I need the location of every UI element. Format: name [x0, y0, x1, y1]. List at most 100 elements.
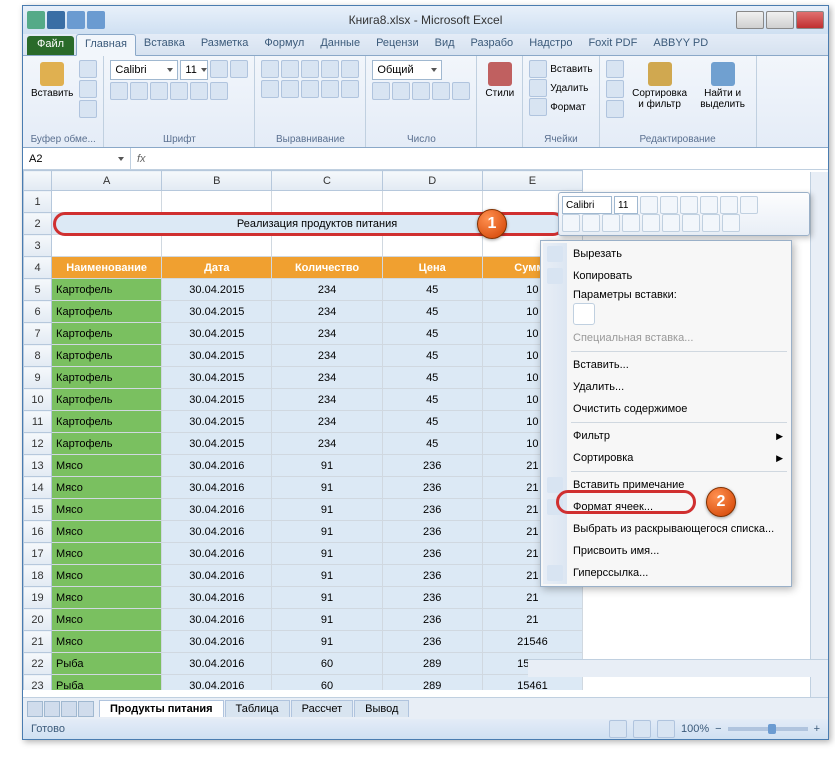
- border-icon[interactable]: [170, 82, 188, 100]
- view-layout-icon[interactable]: [633, 720, 651, 738]
- data-cell[interactable]: 234: [272, 345, 382, 367]
- sheet-tab-0[interactable]: Продукты питания: [99, 700, 224, 717]
- ctx-format-cells[interactable]: Формат ячеек...: [543, 496, 789, 518]
- data-cell[interactable]: 45: [382, 389, 482, 411]
- data-cell[interactable]: 30.04.2015: [162, 279, 272, 301]
- align-middle-icon[interactable]: [281, 60, 299, 78]
- autosum-icon[interactable]: [606, 60, 624, 78]
- comma-icon[interactable]: [412, 82, 430, 100]
- currency-icon[interactable]: [372, 82, 390, 100]
- paste-option-1[interactable]: [573, 303, 595, 325]
- styles-button[interactable]: Стили: [483, 60, 516, 101]
- merge-icon[interactable]: [341, 80, 359, 98]
- data-cell[interactable]: 45: [382, 279, 482, 301]
- data-cell[interactable]: 236: [382, 521, 482, 543]
- row-header-14[interactable]: 14: [24, 477, 52, 499]
- mt-fill-icon[interactable]: [642, 214, 660, 232]
- data-cell[interactable]: 91: [272, 609, 382, 631]
- zoom-thumb[interactable]: [768, 724, 776, 734]
- mt-border-icon[interactable]: [622, 214, 640, 232]
- data-cell[interactable]: Картофель: [52, 433, 162, 455]
- row-header-23[interactable]: 23: [24, 675, 52, 691]
- data-cell[interactable]: 91: [272, 499, 382, 521]
- data-cell[interactable]: 234: [272, 389, 382, 411]
- merged-title-cell[interactable]: Реализация продуктов питания: [52, 213, 583, 235]
- data-cell[interactable]: 30.04.2016: [162, 653, 272, 675]
- data-cell[interactable]: Мясо: [52, 565, 162, 587]
- ctx-copy[interactable]: Копировать: [543, 265, 789, 287]
- col-header-C[interactable]: C: [272, 171, 382, 191]
- fill-icon[interactable]: [606, 80, 624, 98]
- mt-fontcolor-icon[interactable]: [662, 214, 680, 232]
- formula-input[interactable]: fx: [131, 148, 828, 169]
- data-cell[interactable]: 45: [382, 433, 482, 455]
- data-cell[interactable]: 236: [382, 477, 482, 499]
- data-cell[interactable]: 30.04.2016: [162, 675, 272, 691]
- percent-icon[interactable]: [392, 82, 410, 100]
- font-color-icon[interactable]: [210, 82, 228, 100]
- dec-decimal-icon[interactable]: [452, 82, 470, 100]
- tab-formulas[interactable]: Формул: [256, 34, 312, 55]
- col-header-E[interactable]: E: [482, 171, 582, 191]
- data-cell[interactable]: 30.04.2015: [162, 433, 272, 455]
- shrink-font-icon[interactable]: [230, 60, 248, 78]
- sheet-tab-3[interactable]: Вывод: [354, 700, 409, 717]
- fill-color-icon[interactable]: [190, 82, 208, 100]
- data-cell[interactable]: 234: [272, 323, 382, 345]
- data-cell[interactable]: Рыба: [52, 653, 162, 675]
- data-cell[interactable]: 30.04.2015: [162, 411, 272, 433]
- horizontal-scrollbar[interactable]: [528, 659, 828, 677]
- data-cell[interactable]: 30.04.2016: [162, 499, 272, 521]
- font-size-combo[interactable]: 11: [180, 60, 208, 80]
- table-header-cell[interactable]: Цена: [382, 257, 482, 279]
- tab-layout[interactable]: Разметка: [193, 34, 257, 55]
- data-cell[interactable]: Мясо: [52, 543, 162, 565]
- mt-italic-icon[interactable]: [582, 214, 600, 232]
- name-box[interactable]: A2: [23, 148, 131, 169]
- cell[interactable]: [162, 191, 272, 213]
- cell[interactable]: [52, 235, 162, 257]
- row-header-6[interactable]: 6: [24, 301, 52, 323]
- mt-merge-icon[interactable]: [722, 214, 740, 232]
- cells-insert-button[interactable]: Вставить: [529, 60, 592, 78]
- italic-icon[interactable]: [130, 82, 148, 100]
- data-cell[interactable]: 289: [382, 675, 482, 691]
- data-cell[interactable]: Картофель: [52, 301, 162, 323]
- close-button[interactable]: [796, 11, 824, 29]
- sheet-nav-last-icon[interactable]: [78, 701, 94, 717]
- data-cell[interactable]: 289: [382, 653, 482, 675]
- clear-icon[interactable]: [606, 100, 624, 118]
- row-header-10[interactable]: 10: [24, 389, 52, 411]
- data-cell[interactable]: 234: [272, 433, 382, 455]
- cell[interactable]: [272, 191, 382, 213]
- tab-foxit[interactable]: Foxit PDF: [580, 34, 645, 55]
- data-cell[interactable]: Картофель: [52, 389, 162, 411]
- align-left-icon[interactable]: [261, 80, 279, 98]
- mt-comma-icon[interactable]: [720, 196, 738, 214]
- save-icon[interactable]: [47, 11, 65, 29]
- mt-percent-icon[interactable]: [700, 196, 718, 214]
- data-cell[interactable]: 30.04.2015: [162, 345, 272, 367]
- sheet-tab-2[interactable]: Рассчет: [291, 700, 354, 717]
- row-header-13[interactable]: 13: [24, 455, 52, 477]
- number-format-combo[interactable]: Общий: [372, 60, 442, 80]
- row-header-9[interactable]: 9: [24, 367, 52, 389]
- data-cell[interactable]: 236: [382, 455, 482, 477]
- data-cell[interactable]: 236: [382, 609, 482, 631]
- data-cell[interactable]: Мясо: [52, 455, 162, 477]
- row-header-22[interactable]: 22: [24, 653, 52, 675]
- row-header-19[interactable]: 19: [24, 587, 52, 609]
- data-cell[interactable]: Мясо: [52, 587, 162, 609]
- data-cell[interactable]: 45: [382, 301, 482, 323]
- data-cell[interactable]: Картофель: [52, 279, 162, 301]
- data-cell[interactable]: 21: [482, 587, 582, 609]
- col-header-D[interactable]: D: [382, 171, 482, 191]
- data-cell[interactable]: Картофель: [52, 345, 162, 367]
- row-header-8[interactable]: 8: [24, 345, 52, 367]
- align-bottom-icon[interactable]: [301, 60, 319, 78]
- bold-icon[interactable]: [110, 82, 128, 100]
- data-cell[interactable]: 236: [382, 543, 482, 565]
- data-cell[interactable]: 91: [272, 521, 382, 543]
- mt-shrink-icon[interactable]: [660, 196, 678, 214]
- indent-dec-icon[interactable]: [321, 80, 339, 98]
